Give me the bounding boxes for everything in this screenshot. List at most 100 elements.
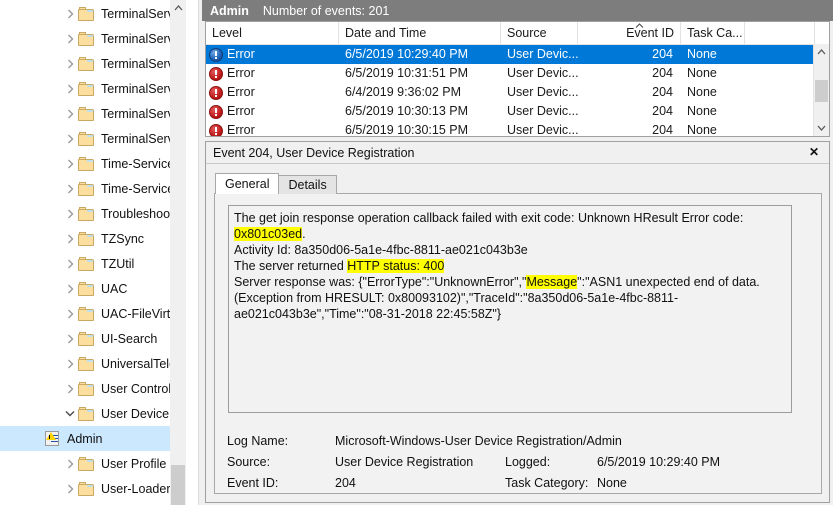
tree-item-admin[interactable]: Admin [0, 426, 186, 451]
event-list-row[interactable]: Error6/4/2019 9:36:02 PMUser Devic...204… [206, 83, 829, 102]
event-list[interactable]: LevelDate and TimeSourceEvent IDTask Ca.… [205, 21, 830, 137]
tree-item-terminalservic[interactable]: TerminalServic [0, 126, 186, 151]
log-name-value: Microsoft-Windows-User Device Registrati… [335, 434, 622, 448]
close-icon[interactable]: ✕ [807, 145, 821, 159]
tree-item-tzsync[interactable]: TZSync [0, 226, 186, 251]
tab-general[interactable]: General [215, 173, 279, 194]
event-source-cell: User Devic... [501, 45, 578, 64]
logged-label: Logged: [505, 455, 597, 469]
event-source-cell: User Devic... [501, 83, 578, 102]
event-list-row[interactable]: Error6/5/2019 10:30:15 PMUser Devic...20… [206, 121, 829, 137]
column-header-task-ca[interactable]: Task Ca... [681, 22, 745, 44]
event-id-label: Event ID: [227, 476, 335, 490]
column-header-source[interactable]: Source [501, 22, 578, 44]
chevron-right-icon[interactable] [62, 59, 78, 69]
chevron-right-icon[interactable] [62, 284, 78, 294]
event-log-tree-pane[interactable]: TerminalServicTerminalServicTerminalServ… [0, 0, 202, 505]
chevron-right-icon[interactable] [62, 184, 78, 194]
chevron-right-icon[interactable] [62, 359, 78, 369]
event-scroll-down-arrow-icon[interactable] [814, 120, 829, 136]
tree-item-troubleshootin[interactable]: Troubleshootin [0, 201, 186, 226]
hresult-error-code-highlight: 0x801c03ed [234, 227, 302, 241]
chevron-right-icon[interactable] [62, 134, 78, 144]
event-list-row[interactable]: Error6/5/2019 10:31:51 PMUser Devic...20… [206, 64, 829, 83]
event-source-cell: User Devic... [501, 64, 578, 83]
tree-item-terminalservic[interactable]: TerminalServic [0, 26, 186, 51]
event-id-cell: 204 [578, 121, 681, 137]
source-label: Source: [227, 455, 335, 469]
event-level-cell: Error [206, 64, 339, 83]
chevron-right-icon[interactable] [62, 309, 78, 319]
tab-details[interactable]: Details [278, 175, 336, 194]
event-level-cell: Error [206, 121, 339, 137]
tree-item-label: UI-Search [101, 332, 157, 346]
chevron-right-icon[interactable] [62, 9, 78, 19]
event-list-column-headers[interactable]: LevelDate and TimeSourceEvent IDTask Ca.… [206, 22, 829, 45]
tab-label: Details [288, 178, 326, 192]
chevron-right-icon[interactable] [62, 84, 78, 94]
tree-item-user-loader[interactable]: User-Loader [0, 476, 186, 501]
log-header-bar: Admin Number of events: 201 [202, 0, 833, 21]
folder-icon [78, 282, 95, 296]
folder-icon [78, 357, 95, 371]
event-level-label: Error [227, 121, 255, 137]
event-list-rows[interactable]: Error6/5/2019 10:29:40 PMUser Devic...20… [206, 45, 829, 137]
error-icon [209, 67, 223, 81]
event-list-vertical-scrollbar[interactable] [813, 44, 829, 136]
chevron-right-icon[interactable] [62, 259, 78, 269]
tree-item-userpnp[interactable]: UserPnp [0, 501, 186, 505]
tree-item-uac-filevirtua[interactable]: UAC-FileVirtua [0, 301, 186, 326]
tree-item-terminalservic[interactable]: TerminalServic [0, 51, 186, 76]
tree-item-user-profile-se[interactable]: User Profile Se [0, 451, 186, 476]
chevron-right-icon[interactable] [62, 459, 78, 469]
error-icon [209, 48, 223, 62]
tree-item-tzutil[interactable]: TZUtil [0, 251, 186, 276]
message-line-3: The server returned HTTP status: 400 [234, 258, 786, 274]
event-list-row[interactable]: Error6/5/2019 10:30:13 PMUser Devic...20… [206, 102, 829, 121]
tree-item-label: Time-Service [101, 157, 174, 171]
event-list-row[interactable]: Error6/5/2019 10:29:40 PMUser Devic...20… [206, 45, 829, 64]
chevron-right-icon[interactable] [62, 209, 78, 219]
tree-item-user-device-re[interactable]: User Device Re [0, 401, 186, 426]
folder-icon [78, 382, 95, 396]
column-header-level[interactable]: Level [206, 22, 339, 44]
tree-item-terminalservic[interactable]: TerminalServic [0, 76, 186, 101]
event-task-category-cell: None [681, 83, 745, 102]
http-status-highlight: HTTP status: 400 [347, 259, 444, 273]
tree-vertical-scrollbar[interactable] [170, 0, 186, 505]
tree-item-uac[interactable]: UAC [0, 276, 186, 301]
event-message-textbox[interactable]: The get join response operation callback… [228, 205, 792, 413]
event-scroll-up-arrow-icon[interactable] [814, 44, 829, 60]
event-scrollbar-thumb[interactable] [815, 80, 828, 102]
chevron-right-icon[interactable] [62, 484, 78, 494]
chevron-right-icon[interactable] [62, 34, 78, 44]
column-header-date-and-time[interactable]: Date and Time [339, 22, 501, 44]
chevron-right-icon[interactable] [62, 234, 78, 244]
tree-item-user-control-p[interactable]: User Control P [0, 376, 186, 401]
event-level-cell: Error [206, 102, 339, 121]
event-level-label: Error [227, 64, 255, 83]
chevron-right-icon[interactable] [62, 334, 78, 344]
tree-item-terminalservic[interactable]: TerminalServic [0, 101, 186, 126]
tree-item-ui-search[interactable]: UI-Search [0, 326, 186, 351]
column-header-event-id[interactable]: Event ID [578, 22, 681, 44]
column-header-blank[interactable] [745, 22, 815, 44]
event-log-tree[interactable]: TerminalServicTerminalServicTerminalServ… [0, 0, 186, 505]
tree-item-time-service-p[interactable]: Time-Service-P [0, 176, 186, 201]
event-details-tabs[interactable]: General Details [215, 173, 336, 194]
folder-icon [78, 232, 95, 246]
event-level-label: Error [227, 83, 255, 102]
tree-item-time-service[interactable]: Time-Service [0, 151, 186, 176]
tree-item-universaltelem[interactable]: UniversalTelem [0, 351, 186, 376]
tree-item-label: Admin [67, 432, 102, 446]
chevron-right-icon[interactable] [62, 384, 78, 394]
tree-scroll-up-arrow-icon[interactable] [170, 0, 186, 16]
event-id-cell: 204 [578, 102, 681, 121]
event-level-label: Error [227, 102, 255, 121]
chevron-right-icon[interactable] [62, 109, 78, 119]
chevron-right-icon[interactable] [62, 159, 78, 169]
chevron-down-icon[interactable] [62, 410, 78, 417]
tree-scrollbar-thumb[interactable] [171, 465, 185, 505]
event-task-category-cell: None [681, 64, 745, 83]
tree-item-terminalservic[interactable]: TerminalServic [0, 1, 186, 26]
